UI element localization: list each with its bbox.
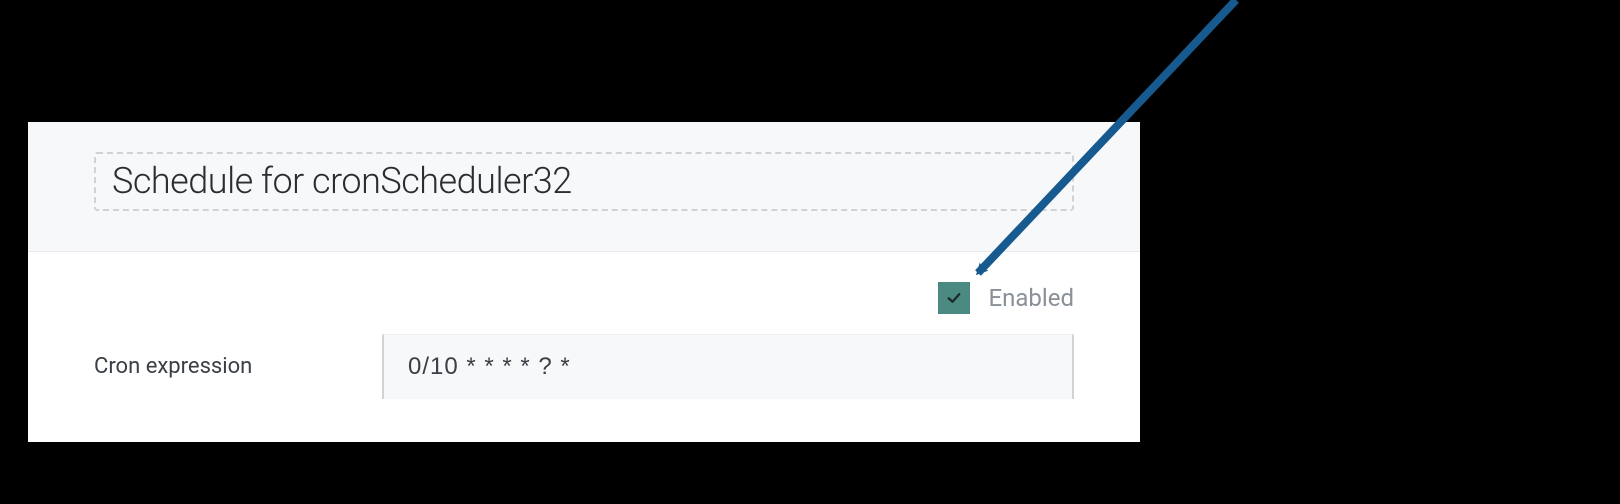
cron-row: Cron expression [28, 334, 1140, 399]
enabled-row: Enabled [28, 252, 1140, 334]
schedule-panel: Schedule for cronScheduler32 Enabled Cro… [28, 122, 1140, 442]
cron-expression-input[interactable] [408, 353, 1048, 381]
cron-expression-input-wrap [382, 334, 1074, 399]
schedule-title[interactable]: Schedule for cronScheduler32 [94, 152, 1074, 211]
panel-header: Schedule for cronScheduler32 [28, 122, 1140, 252]
check-icon [945, 289, 963, 307]
enabled-label: Enabled [988, 284, 1074, 312]
enabled-checkbox[interactable] [938, 282, 970, 314]
cron-expression-label: Cron expression [94, 354, 382, 379]
